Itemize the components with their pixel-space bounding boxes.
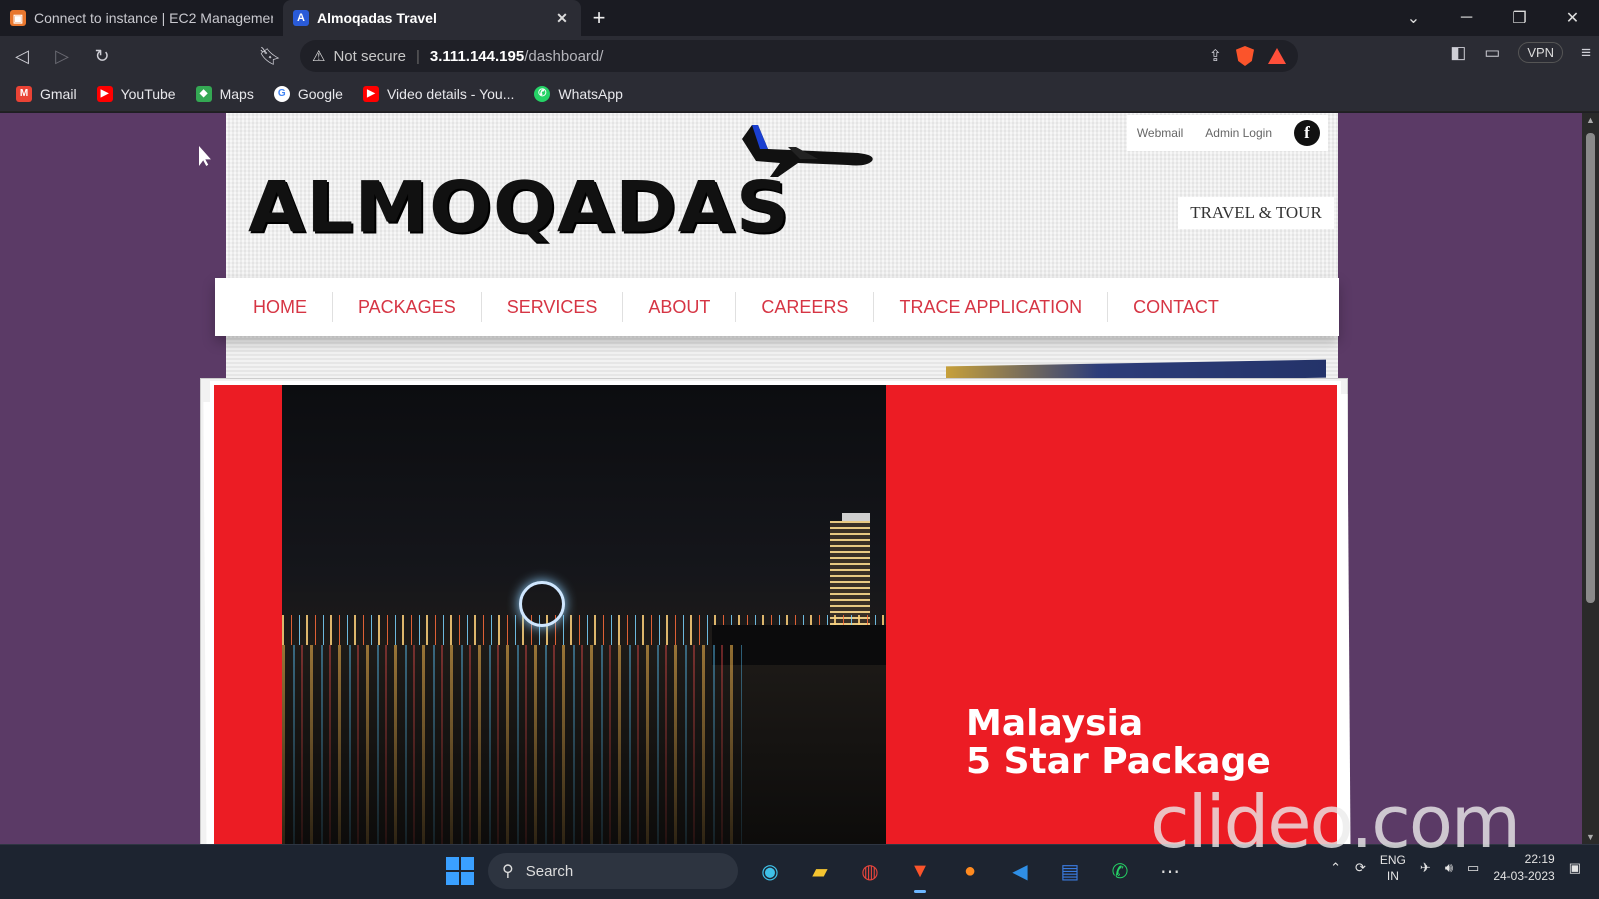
- hero-slider[interactable]: Malaysia 5 Star Package: [210, 381, 1341, 844]
- bookmark-label: Gmail: [40, 85, 77, 102]
- slide-caption: Malaysia 5 Star Package: [966, 705, 1271, 781]
- nav-services[interactable]: SERVICES: [482, 292, 624, 322]
- url-host: 3.111.144.195: [429, 47, 525, 65]
- search-icon: ⚲: [502, 863, 514, 880]
- forward-button[interactable]: ▷: [44, 38, 80, 74]
- wallet-icon[interactable]: ▭: [1484, 43, 1500, 63]
- nav-contact[interactable]: CONTACT: [1108, 292, 1244, 322]
- whatsapp-icon: ✆: [534, 85, 551, 102]
- taskbar-search[interactable]: ⚲ Search: [488, 853, 738, 889]
- nav-careers[interactable]: CAREERS: [736, 292, 875, 322]
- slide-photo: [282, 385, 886, 844]
- site-logo[interactable]: ALMOQADAS: [248, 167, 790, 249]
- bookmark-label: Google: [297, 85, 343, 102]
- google-icon: G: [273, 85, 290, 102]
- nav-home[interactable]: HOME: [228, 292, 333, 322]
- scroll-down-icon[interactable]: ▼: [1582, 832, 1599, 842]
- sidebar-icon[interactable]: ◧: [1450, 43, 1466, 63]
- caption-line-1: Malaysia: [966, 703, 1144, 744]
- brave-shields-icon[interactable]: [1236, 46, 1254, 66]
- tab-search-icon[interactable]: ⌄: [1387, 8, 1440, 28]
- youtube-icon: ▶: [362, 85, 379, 102]
- security-label[interactable]: Not secure: [333, 48, 406, 65]
- aws-icon: ▣: [10, 10, 26, 26]
- bookmarks-bar: M Gmail ▶ YouTube ◆ Maps G Google ▶ Video det…: [0, 76, 1599, 112]
- facebook-icon[interactable]: f: [1294, 120, 1320, 146]
- date: 24-03-2023: [1493, 869, 1555, 883]
- bookmark-label: YouTube: [120, 85, 176, 102]
- bookmark-google[interactable]: G Google: [273, 85, 343, 102]
- bookmark-icon[interactable]: 🔖︎: [252, 38, 288, 74]
- file-explorer-icon[interactable]: ▰: [802, 853, 838, 889]
- page-viewport: ALMOQADAS Webmail Admin Login f TRAVEL &…: [0, 113, 1582, 844]
- watermark: clideo.com: [1150, 780, 1521, 864]
- whatsapp-icon[interactable]: ✆: [1102, 853, 1138, 889]
- bookmark-youtube[interactable]: ▶ YouTube: [96, 85, 176, 102]
- page-scrollbar[interactable]: ▲ ▼: [1582, 113, 1599, 844]
- top-links: Webmail Admin Login f: [1126, 115, 1328, 151]
- vscode-icon[interactable]: ◀: [1002, 853, 1038, 889]
- tab-title: Almoqadas Travel: [317, 10, 437, 26]
- warning-icon[interactable]: ⚠: [312, 47, 325, 65]
- brave-icon[interactable]: ▼: [902, 853, 938, 893]
- bookmark-label: Video details - You...: [386, 85, 515, 102]
- store-icon[interactable]: ▤: [1052, 853, 1088, 889]
- minimize-button[interactable]: ─: [1440, 9, 1493, 27]
- site-container: ALMOQADAS Webmail Admin Login f TRAVEL &…: [200, 113, 1351, 844]
- vpn-button[interactable]: VPN: [1518, 42, 1564, 63]
- reload-button[interactable]: ↻: [84, 38, 120, 74]
- bookmark-video-details[interactable]: ▶ Video details - You...: [362, 85, 515, 102]
- tab-bar: ▣ Connect to instance | EC2 Management C…: [0, 0, 1599, 36]
- close-tab-icon[interactable]: ✕: [553, 10, 571, 27]
- tab-title: Connect to instance | EC2 Management Con…: [34, 10, 273, 26]
- caption-line-2: 5 Star Package: [966, 741, 1271, 782]
- scroll-up-icon[interactable]: ▲: [1582, 115, 1599, 125]
- edge-icon[interactable]: ◉: [752, 853, 788, 889]
- address-bar-actions: ⇪: [1209, 46, 1286, 66]
- scroll-thumb[interactable]: [1586, 133, 1595, 603]
- main-nav: HOME PACKAGES SERVICES ABOUT CAREERS TRA…: [215, 278, 1339, 336]
- mouse-cursor-icon: [199, 146, 211, 166]
- restore-button[interactable]: ❐: [1493, 8, 1546, 28]
- close-window-button[interactable]: ✕: [1546, 8, 1599, 28]
- region-code: IN: [1386, 869, 1399, 883]
- water-reflection: [282, 645, 742, 844]
- back-button[interactable]: ◁: [4, 38, 40, 74]
- tagline: TRAVEL & TOUR: [1178, 197, 1334, 229]
- bookmark-label: Maps: [219, 85, 254, 102]
- firefox-icon[interactable]: ●: [952, 853, 988, 889]
- airplane-icon: [742, 125, 873, 177]
- toolbar-right: ◧ ▭ VPN ≡: [1450, 42, 1591, 63]
- ferris-wheel: [519, 581, 565, 627]
- chrome-icon[interactable]: ◍: [852, 853, 888, 889]
- new-tab-button[interactable]: +: [581, 0, 617, 36]
- bookmark-whatsapp[interactable]: ✆ WhatsApp: [534, 85, 623, 102]
- nav-packages[interactable]: PACKAGES: [333, 292, 482, 322]
- notification-icon[interactable]: ▣: [1569, 860, 1581, 876]
- browser-toolbar: ◁ ▷ ↻ 🔖︎ ⚠ Not secure | 3.111.144.195 /d…: [0, 36, 1599, 76]
- gmail-icon: M: [16, 85, 32, 102]
- taskbar-apps: ⚲ Search ◉ ▰ ◍ ▼ ● ◀ ▤ ✆ ⋯: [446, 853, 1188, 893]
- youtube-icon: ▶: [96, 85, 113, 102]
- tab-ec2[interactable]: ▣ Connect to instance | EC2 Management C…: [0, 0, 283, 36]
- search-label: Search: [525, 862, 574, 880]
- nav-trace-application[interactable]: TRACE APPLICATION: [874, 292, 1109, 322]
- window-controls: ⌄ ─ ❐ ✕: [1387, 0, 1599, 36]
- tab-almoqadas[interactable]: A Almoqadas Travel ✕: [283, 0, 581, 36]
- admin-login-link[interactable]: Admin Login: [1205, 126, 1272, 140]
- url-path: /dashboard/: [524, 47, 604, 65]
- bookmark-gmail[interactable]: M Gmail: [16, 85, 77, 102]
- divider: |: [416, 47, 420, 65]
- bookmark-label: WhatsApp: [558, 85, 623, 102]
- nav-about[interactable]: ABOUT: [623, 292, 737, 322]
- windows-start-icon[interactable]: [446, 857, 474, 885]
- menu-icon[interactable]: ≡: [1581, 43, 1591, 63]
- maps-icon: ◆: [195, 85, 212, 102]
- webmail-link[interactable]: Webmail: [1137, 126, 1183, 140]
- site-a-icon: A: [293, 10, 309, 26]
- bookmark-maps[interactable]: ◆ Maps: [195, 85, 254, 102]
- share-icon[interactable]: ⇪: [1209, 46, 1222, 66]
- brave-rewards-icon[interactable]: [1268, 48, 1286, 64]
- address-bar[interactable]: ⚠ Not secure | 3.111.144.195 /dashboard/…: [300, 40, 1298, 72]
